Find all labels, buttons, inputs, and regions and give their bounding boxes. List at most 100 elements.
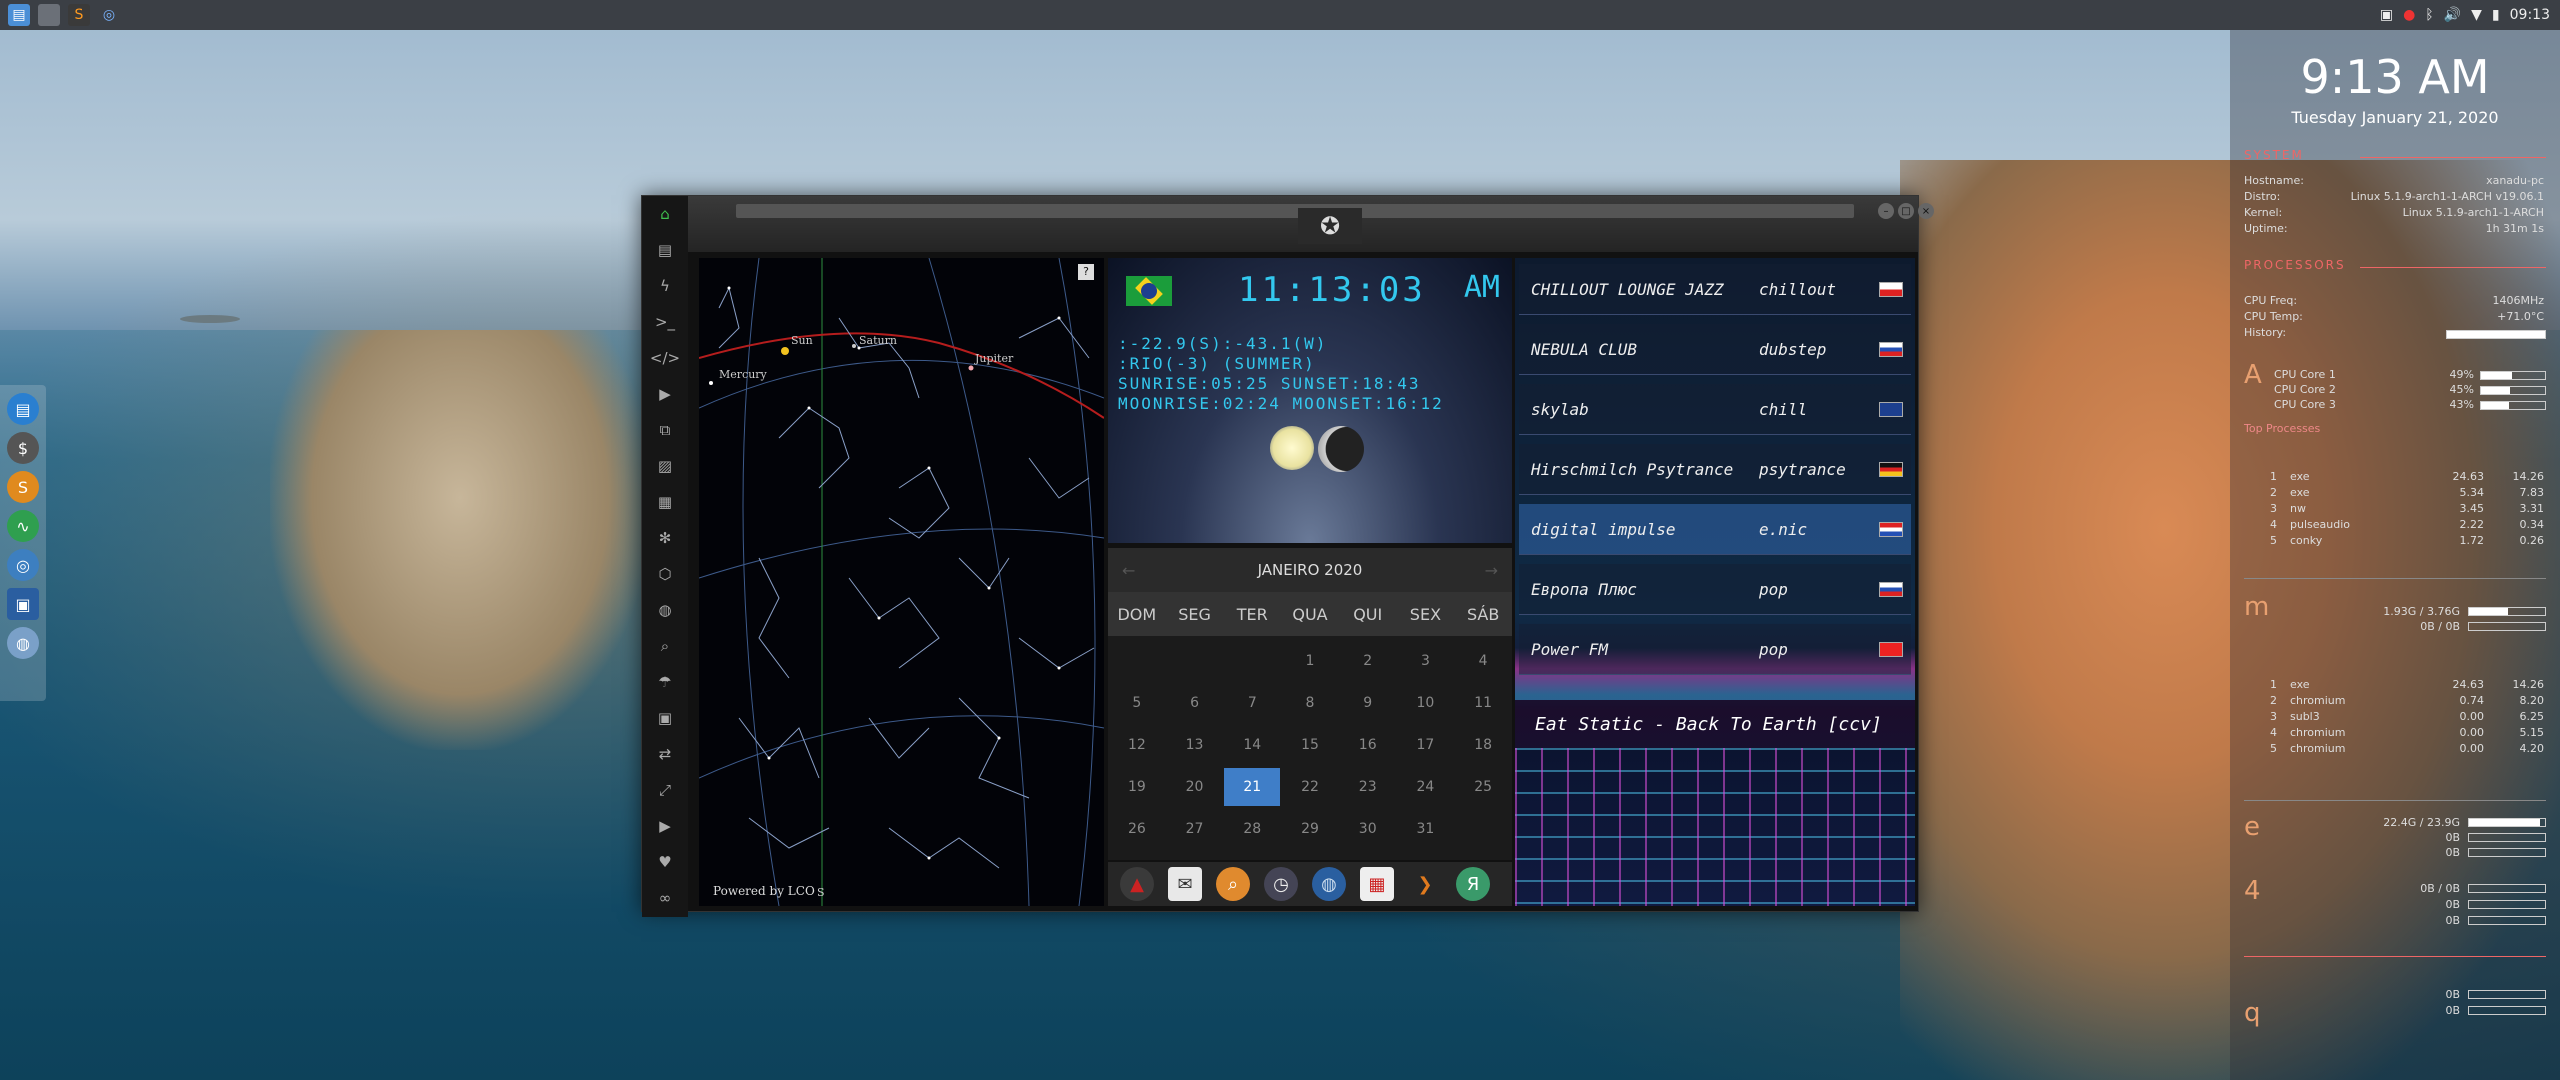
calendar-day[interactable]: 27 (1166, 808, 1224, 850)
caret-up-icon[interactable]: ▲ (1120, 867, 1154, 901)
umbrella-icon[interactable]: ☂ (653, 670, 677, 694)
chrome-icon[interactable]: ◎ (7, 549, 39, 581)
calendar-day[interactable]: 28 (1223, 808, 1281, 850)
battery-tray-icon[interactable]: ▮ (2492, 7, 2500, 23)
globe-icon[interactable]: ◍ (653, 598, 677, 622)
document-icon[interactable]: ▤ (653, 238, 677, 262)
calendar-day[interactable]: 4 (1454, 640, 1512, 682)
rebel-logo-icon[interactable]: ✪ (1298, 208, 1362, 244)
calendar-day[interactable]: 21 (1224, 768, 1281, 806)
yandex-icon[interactable]: Я (1456, 867, 1490, 901)
calendar-day[interactable]: 17 (1397, 724, 1455, 766)
money-icon[interactable]: $ (7, 432, 39, 464)
lightning-icon[interactable]: ϟ (653, 274, 677, 298)
calendar-day[interactable]: 20 (1166, 766, 1224, 808)
blank-icon[interactable] (38, 4, 60, 26)
calendar-day[interactable]: 7 (1223, 682, 1281, 724)
calendar-day[interactable]: 6 (1166, 682, 1224, 724)
bluetooth-tray-icon[interactable]: ᛒ (2425, 7, 2433, 23)
calendar-day[interactable]: 5 (1108, 682, 1166, 724)
close-button[interactable]: × (1918, 203, 1934, 219)
calendar-day[interactable]: 15 (1281, 724, 1339, 766)
station-row[interactable]: Hirschmilch Psytrance psytrance (1519, 444, 1911, 495)
calendar-day[interactable]: 1 (1281, 640, 1339, 682)
volume-tray-icon[interactable]: 🔊 (2444, 7, 2461, 23)
play-icon[interactable]: ▶ (653, 382, 677, 406)
address-bar[interactable] (736, 204, 1854, 218)
globe-icon[interactable]: ◍ (7, 627, 39, 659)
station-row[interactable]: digital impulse e.nic (1519, 504, 1911, 555)
next-month-button[interactable]: → (1471, 561, 1512, 580)
globe-icon[interactable]: ◍ (1312, 867, 1346, 901)
calendar-day[interactable]: 18 (1454, 724, 1512, 766)
sky-help-button[interactable]: ? (1078, 264, 1094, 280)
heart-icon[interactable]: ♥ (653, 850, 677, 874)
terminal-icon[interactable]: >_ (653, 310, 677, 334)
asterisk-icon[interactable]: ✻ (653, 526, 677, 550)
clock-icon[interactable]: ◷ (1264, 867, 1298, 901)
arrow-right-icon[interactable]: ❯ (1408, 867, 1442, 901)
calendar-day[interactable]: 24 (1397, 766, 1455, 808)
calendar-day[interactable]: 16 (1339, 724, 1397, 766)
calendar-day[interactable]: 30 (1339, 808, 1397, 850)
calendar-day[interactable]: 23 (1339, 766, 1397, 808)
wifi-tray-icon[interactable]: ▼ (2471, 7, 2482, 23)
code-icon[interactable]: </> (650, 346, 680, 370)
calendar-day[interactable]: 26 (1108, 808, 1166, 850)
station-row[interactable]: Европа Плюс pop (1519, 564, 1911, 615)
calendar-day[interactable]: 2 (1339, 640, 1397, 682)
arrows-icon[interactable]: ⇄ (653, 742, 677, 766)
left-dock: ▤ $ S ∿ ◎ ▣ ◍ (0, 385, 46, 701)
tray-clock[interactable]: 09:13 (2510, 7, 2550, 23)
search-icon[interactable]: ⌕ (1216, 867, 1250, 901)
network-row: 0B (2445, 898, 2460, 911)
copy-icon[interactable]: ⧉ (653, 418, 677, 442)
sky-map[interactable]: ? Mercury Sun Saturn Jupiter S Powered b… (699, 258, 1104, 906)
calendar-day[interactable]: 14 (1223, 724, 1281, 766)
search-icon[interactable]: ⌕ (653, 634, 677, 658)
screenshot-icon[interactable]: ▣ (7, 588, 39, 620)
calendar-icon[interactable]: ▦ (1360, 867, 1394, 901)
hexagon-icon[interactable]: ⬡ (653, 562, 677, 586)
calendar-day[interactable]: 22 (1281, 766, 1339, 808)
files-icon[interactable]: ▤ (8, 4, 30, 26)
calendar-day[interactable]: 10 (1397, 682, 1455, 724)
station-row[interactable]: NEBULA CLUB dubstep (1519, 324, 1911, 375)
calendar-day[interactable]: 29 (1281, 808, 1339, 850)
calendar-day[interactable]: 3 (1397, 640, 1455, 682)
calendar-day[interactable]: 11 (1454, 682, 1512, 724)
mail-icon[interactable]: ✉ (1168, 867, 1202, 901)
station-row[interactable]: skylab chill (1519, 384, 1911, 435)
home-icon[interactable]: ⌂ (653, 202, 677, 226)
screenshot-tray-icon[interactable]: ▣ (2380, 7, 2393, 23)
calendar-day[interactable]: 13 (1166, 724, 1224, 766)
calendar-day[interactable]: 19 (1108, 766, 1166, 808)
calendar-day[interactable]: 12 (1108, 724, 1166, 766)
calendar-day[interactable]: 8 (1281, 682, 1339, 724)
station-row[interactable]: CHILLOUT LOUNGE JAZZ chillout (1519, 264, 1911, 315)
sublime-icon[interactable]: S (68, 4, 90, 26)
calendar-day[interactable]: 25 (1454, 766, 1512, 808)
station-row[interactable]: Power FM pop (1519, 624, 1911, 675)
minimize-button[interactable]: – (1878, 203, 1894, 219)
maximize-button[interactable]: □ (1898, 203, 1914, 219)
youtube-icon[interactable]: ▶ (653, 814, 677, 838)
news-icon[interactable]: ▦ (653, 490, 677, 514)
s-icon[interactable]: S (7, 471, 39, 503)
pulse-icon[interactable]: ∿ (7, 510, 39, 542)
storage-row: 0B (2445, 831, 2460, 844)
cpu-row: CPU Temp: +71.0°C (2244, 310, 2544, 323)
expand-icon[interactable]: ⤢ (653, 778, 677, 802)
calendar-day[interactable]: 9 (1339, 682, 1397, 724)
calendar-day[interactable]: 31 (1397, 808, 1455, 850)
processors-heading: PROCESSORS (2244, 258, 2346, 272)
record-tray-icon[interactable]: ● (2403, 7, 2415, 23)
chrome-icon[interactable]: ◎ (98, 4, 120, 26)
contact-icon[interactable]: ▣ (653, 706, 677, 730)
image-icon[interactable]: ▨ (653, 454, 677, 478)
network-row: 0B / 0B (2420, 882, 2460, 895)
prev-month-button[interactable]: ← (1108, 561, 1149, 580)
files-icon[interactable]: ▤ (7, 393, 39, 425)
link-icon[interactable]: ∞ (653, 886, 677, 910)
window-titlebar[interactable]: – □ × ✪ (688, 196, 1934, 252)
